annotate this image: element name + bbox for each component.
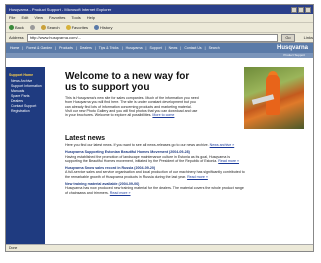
menu-bar: File Edit View Favorites Tools Help — [6, 14, 313, 23]
sidebar-item-registration[interactable]: Registration — [6, 109, 45, 114]
read-more-link[interactable]: Read more » — [187, 175, 208, 179]
sub-navigation: Product Support — [6, 53, 313, 58]
close-button[interactable] — [305, 6, 311, 13]
menu-file[interactable]: File — [9, 14, 15, 22]
search-button[interactable]: Search — [40, 23, 60, 32]
page-content: Support Home News Archive Support Inform… — [6, 67, 306, 251]
section-subtitle: Product Support — [283, 53, 305, 57]
history-label: History — [100, 25, 113, 30]
nav-news[interactable]: News — [168, 46, 179, 50]
news-archive-link[interactable]: News archive » — [210, 143, 235, 147]
forward-arrow-icon — [29, 25, 35, 30]
nav-contact[interactable]: Contact Us — [183, 46, 202, 50]
back-button[interactable]: Back — [9, 23, 24, 32]
history-icon — [94, 25, 100, 30]
favorites-label: Favorites — [71, 25, 89, 30]
browser-toolbar: Back Search Favorites History — [6, 23, 313, 33]
news-item: Husqvarna Supporting Estonian Beautiful … — [65, 150, 245, 163]
intro-text: This is Husqvarna's new site for sales c… — [65, 96, 199, 118]
news-body-text: A full-service sales and service organis… — [65, 170, 245, 179]
news-body-text: Husqvarna has now produced new training … — [65, 186, 244, 195]
status-bar: Done — [6, 244, 313, 251]
menu-help[interactable]: Help — [87, 14, 95, 22]
read-more-link[interactable]: Read more » — [110, 191, 131, 195]
history-button[interactable]: History — [94, 23, 113, 32]
news-item: Husqvarna Snow sales record in Russia (2… — [65, 166, 245, 179]
latest-news-intro: Here you find our latest news. If you wa… — [65, 143, 245, 147]
latest-news-intro-text: Here you find our latest news. If you wa… — [65, 143, 209, 147]
nav-dealers[interactable]: Dealers — [79, 46, 93, 50]
address-input[interactable]: http://www.husqvarna.com/... — [26, 33, 279, 42]
latest-news-section: Latest news Here you find our latest new… — [65, 135, 245, 198]
intro-link[interactable]: More to come — [152, 113, 174, 117]
back-arrow-icon — [9, 25, 14, 30]
read-more-link[interactable]: Read more » — [218, 159, 239, 163]
title-bar: Husqvarna - Product Support - Microsoft … — [6, 5, 313, 14]
news-body: Husqvarna has now produced new training … — [65, 186, 245, 195]
search-icon — [40, 25, 46, 30]
favorites-button[interactable]: Favorites — [65, 23, 89, 32]
address-bar: Address http://www.husqvarna.com/... Go … — [6, 33, 313, 43]
news-body-text: Having established the promotion of land… — [65, 154, 231, 163]
maximize-button[interactable] — [298, 6, 304, 13]
hero-image-chainsaw-worker — [244, 67, 304, 129]
menu-edit[interactable]: Edit — [21, 14, 28, 22]
site-navigation: Home | Forest & Garden | Products | Dealers… — [6, 43, 313, 53]
news-body: A full-service sales and service organis… — [65, 170, 245, 179]
search-label: Search — [46, 25, 60, 30]
links-label[interactable]: Links — [304, 33, 313, 42]
go-button[interactable]: Go — [281, 33, 295, 42]
forward-button[interactable] — [29, 25, 35, 30]
nav-home[interactable]: Home — [9, 46, 20, 50]
latest-news-title: Latest news — [65, 135, 106, 142]
sidebar: Support Home News Archive Support Inform… — [6, 67, 45, 251]
main-content: Welcome to a new way for us to support y… — [45, 67, 306, 251]
nav-search[interactable]: Search — [208, 46, 221, 50]
intro-paragraph: This is Husqvarna's new site for sales c… — [65, 96, 199, 117]
star-icon — [65, 25, 71, 30]
minimize-button[interactable] — [291, 6, 297, 13]
browser-window: Husqvarna - Product Support - Microsoft … — [5, 4, 314, 252]
sidebar-header[interactable]: Support Home — [6, 73, 45, 77]
menu-tools[interactable]: Tools — [71, 14, 80, 22]
news-item: New training material available (2004-09… — [65, 182, 245, 195]
nav-forest-garden[interactable]: Forest & Garden — [25, 46, 53, 50]
menu-favorites[interactable]: Favorites — [49, 14, 65, 22]
back-label: Back — [15, 25, 24, 30]
nav-products[interactable]: Products — [58, 46, 74, 50]
window-title: Husqvarna - Product Support - Microsoft … — [9, 7, 112, 12]
brand-logo[interactable]: Husqvarna — [275, 43, 309, 53]
page-heading: Welcome to a new way for us to support y… — [65, 71, 190, 93]
menu-view[interactable]: View — [34, 14, 43, 22]
window-controls — [291, 6, 311, 13]
news-body: Having established the promotion of land… — [65, 155, 245, 164]
address-label: Address — [9, 35, 24, 40]
nav-husqvarna[interactable]: Husqvarna — [125, 46, 144, 50]
nav-tips[interactable]: Tips & Tricks — [98, 46, 120, 50]
nav-support[interactable]: Support — [148, 46, 162, 50]
